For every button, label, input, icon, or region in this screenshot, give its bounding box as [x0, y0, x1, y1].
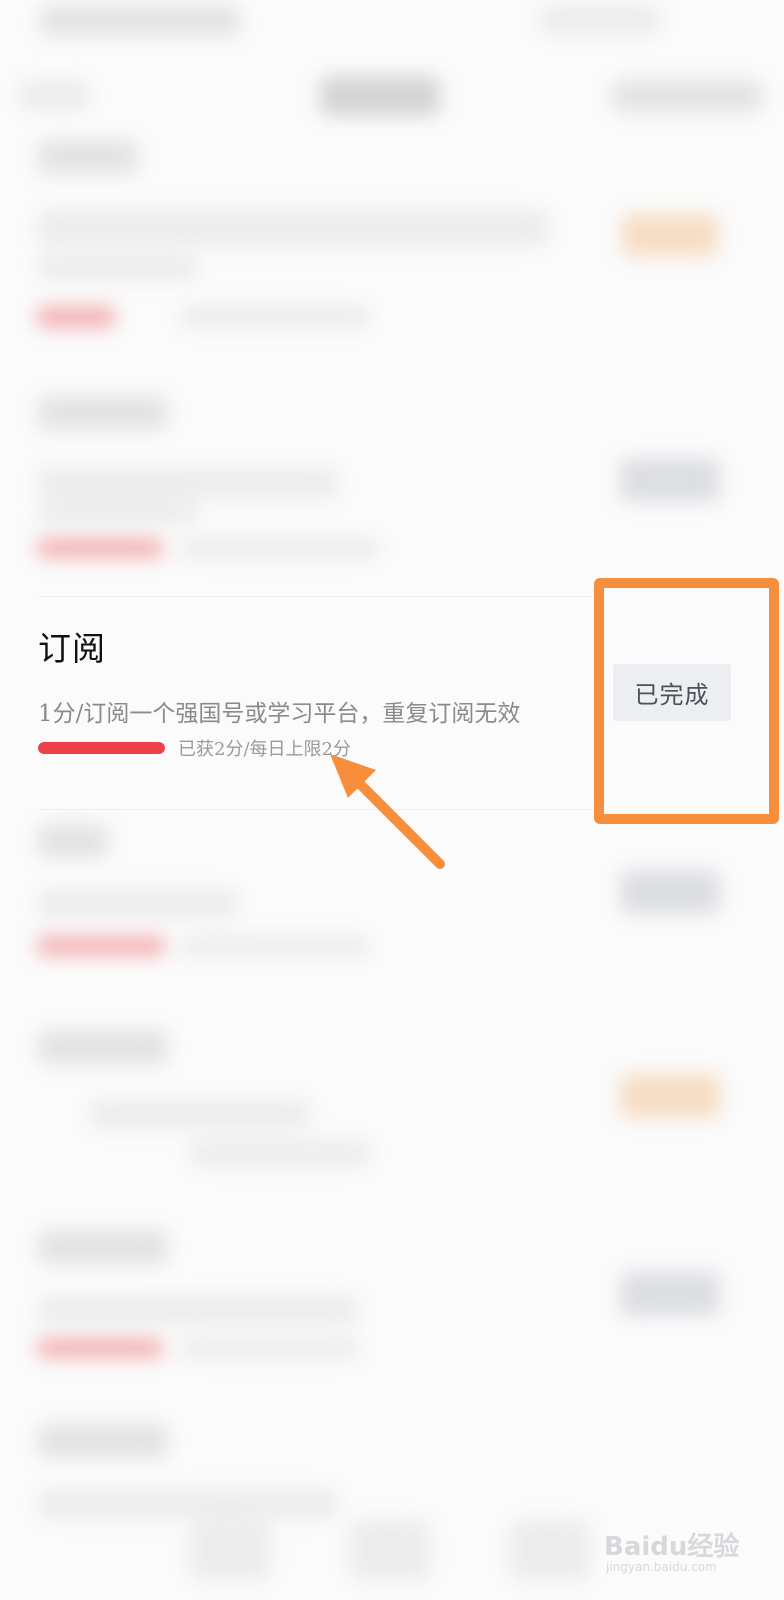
baidu-jingyan-watermark: Baidu经验 jingyan.baidu.com	[604, 1520, 744, 1580]
task-title: 订阅	[38, 629, 106, 668]
row-divider-top	[38, 596, 598, 597]
task-progress-fill	[38, 742, 165, 754]
task-progress-bar	[38, 742, 165, 754]
watermark-url: jingyan.baidu.com	[606, 1560, 717, 1574]
row-divider-bottom	[38, 809, 598, 810]
task-progress-text: 已获2分/每日上限2分	[178, 739, 351, 760]
watermark-logo: Baidu经验	[604, 1532, 740, 1562]
completed-button[interactable]: 已完成	[613, 664, 731, 721]
task-description: 1分/订阅一个强国号或学习平台，重复订阅无效	[38, 701, 521, 727]
screenshot-page: 订阅 1分/订阅一个强国号或学习平台，重复订阅无效 已获2分/每日上限2分 已完…	[0, 0, 784, 1600]
